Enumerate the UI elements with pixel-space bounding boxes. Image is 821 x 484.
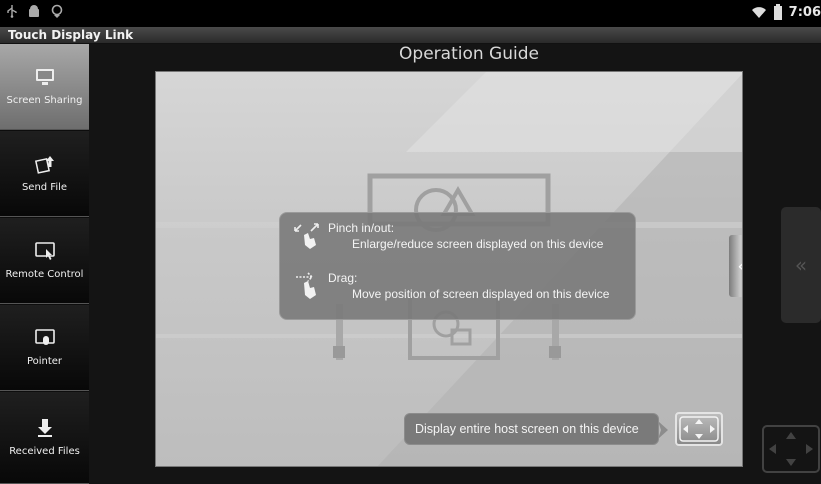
background-fit-screen-icon	[762, 425, 820, 473]
drag-gesture-icon	[296, 272, 316, 299]
chevron-right-icon	[658, 421, 668, 439]
pinch-title: Pinch in/out:	[328, 221, 395, 235]
sidebar-item-label: Screen Sharing	[6, 95, 83, 106]
operation-guide-panel: Pinch in/out: Enlarge/reduce screen disp…	[155, 71, 743, 467]
notification-icon	[51, 4, 63, 18]
remote-control-icon	[34, 242, 55, 260]
sidebar-item-label: Send File	[21, 182, 68, 193]
main-area: Operation Guide « Pinch in/out: Enlarge/…	[89, 44, 821, 484]
send-file-icon	[34, 156, 54, 174]
double-chevron-left-icon: «	[794, 253, 808, 277]
wifi-icon	[751, 7, 766, 18]
status-bar: 7:06	[0, 0, 821, 27]
download-icon	[37, 419, 52, 437]
battery-icon	[773, 4, 782, 20]
fit-screen-button[interactable]	[675, 412, 723, 446]
drag-help: Drag: Move position of screen displayed …	[292, 271, 609, 301]
collapse-panel-button[interactable]: «	[728, 234, 742, 298]
sidebar-item-pointer[interactable]: Pointer	[0, 305, 89, 391]
app-title: Touch Display Link	[8, 28, 134, 42]
drag-title: Drag:	[328, 271, 358, 285]
android-debug-icon	[29, 5, 39, 17]
app-title-bar: Touch Display Link	[0, 27, 821, 44]
sidebar-item-send-file[interactable]: Send File	[0, 131, 89, 217]
background-collapse-tab: «	[781, 207, 821, 323]
fit-screen-hint: Display entire host screen on this devic…	[404, 413, 659, 445]
fit-screen-icon	[679, 416, 719, 442]
sidebar-item-label: Received Files	[9, 446, 80, 457]
pinch-help: Pinch in/out: Enlarge/reduce screen disp…	[292, 221, 603, 251]
pinch-gesture-icon	[294, 223, 319, 249]
page-title: Operation Guide	[399, 44, 539, 64]
pinch-description: Enlarge/reduce screen displayed on this …	[352, 237, 604, 251]
monitor-icon	[35, 69, 54, 85]
gesture-help-box: Pinch in/out: Enlarge/reduce screen disp…	[279, 212, 636, 320]
sidebar: Screen Sharing Send File Remote Control …	[0, 44, 89, 484]
usb-icon	[7, 5, 17, 18]
clock: 7:06	[788, 4, 821, 20]
sidebar-item-label: Remote Control	[5, 269, 84, 280]
sidebar-item-remote-control[interactable]: Remote Control	[0, 218, 89, 304]
sidebar-item-received-files[interactable]: Received Files	[0, 392, 89, 484]
pointer-icon	[34, 329, 55, 345]
sidebar-item-screen-sharing[interactable]: Screen Sharing	[0, 44, 89, 130]
sidebar-item-label: Pointer	[26, 356, 63, 367]
double-chevron-left-icon: «	[737, 256, 742, 277]
drag-description: Move position of screen displayed on thi…	[352, 287, 610, 301]
